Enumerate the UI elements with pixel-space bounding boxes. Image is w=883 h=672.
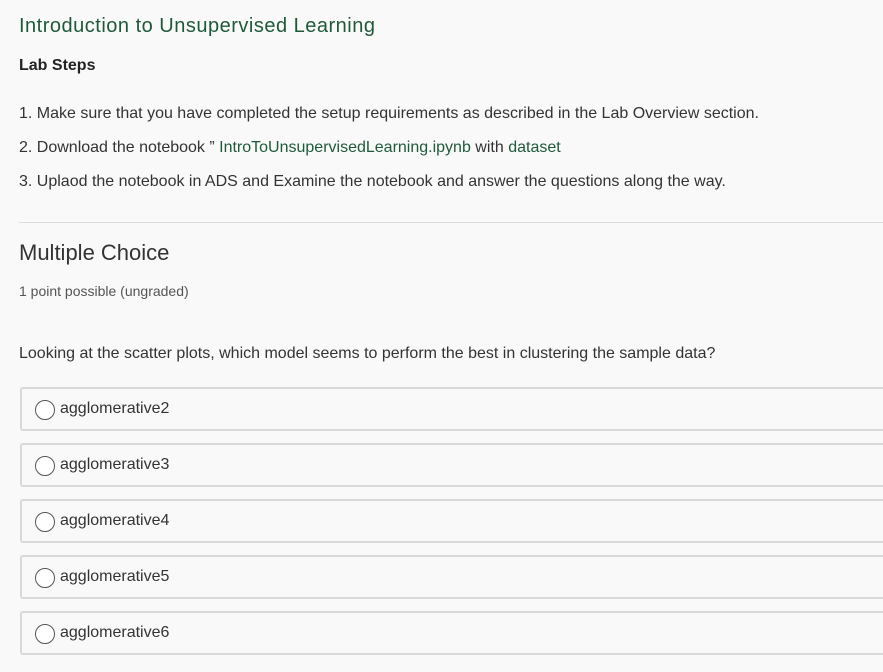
lab-step-1-text: 1. Make sure that you have completed the… <box>19 105 759 122</box>
dataset-link[interactable]: dataset <box>508 139 560 156</box>
lab-step-3-text: 3. Uplaod the notebook in ADS and Examin… <box>19 173 726 190</box>
section-title: Introduction to Unsupervised Learning <box>19 15 376 37</box>
question-text: Looking at the scatter plots, which mode… <box>19 345 716 362</box>
choice-label: agglomerative4 <box>60 512 170 529</box>
lab-steps-heading: Lab Steps <box>19 57 96 74</box>
radio-button[interactable] <box>35 512 55 532</box>
radio-button[interactable] <box>35 400 55 420</box>
section-divider <box>19 222 883 223</box>
choice-label: agglomerative2 <box>60 400 170 417</box>
notebook-link[interactable]: IntroToUnsupervisedLearning.ipynb <box>219 139 471 156</box>
radio-button[interactable] <box>35 624 55 644</box>
choice-label: agglomerative5 <box>60 568 170 585</box>
problem-page: Introduction to Unsupervised Learning La… <box>0 0 883 672</box>
radio-button[interactable] <box>35 568 55 588</box>
lab-step-2-middle: with <box>470 139 509 156</box>
choice-agglomerative2[interactable]: agglomerative2 <box>20 387 883 431</box>
choice-label: agglomerative6 <box>60 624 170 641</box>
choice-label: agglomerative3 <box>60 456 170 473</box>
choice-agglomerative6[interactable]: agglomerative6 <box>20 611 883 655</box>
lab-step-1: 1. Make sure that you have completed the… <box>19 103 759 137</box>
points-possible: 1 point possible (ungraded) <box>19 283 189 299</box>
lab-steps-list: 1. Make sure that you have completed the… <box>19 103 759 205</box>
choice-agglomerative4[interactable]: agglomerative4 <box>20 499 883 543</box>
radio-button[interactable] <box>35 456 55 476</box>
lab-step-3: 3. Uplaod the notebook in ADS and Examin… <box>19 171 759 205</box>
choice-agglomerative3[interactable]: agglomerative3 <box>20 443 883 487</box>
problem-title: Multiple Choice <box>19 240 170 265</box>
lab-step-2: 2. Download the notebook ” IntroToUnsupe… <box>19 137 759 171</box>
lab-step-2-prefix: 2. Download the notebook ” <box>19 139 220 156</box>
choice-agglomerative5[interactable]: agglomerative5 <box>20 555 883 599</box>
